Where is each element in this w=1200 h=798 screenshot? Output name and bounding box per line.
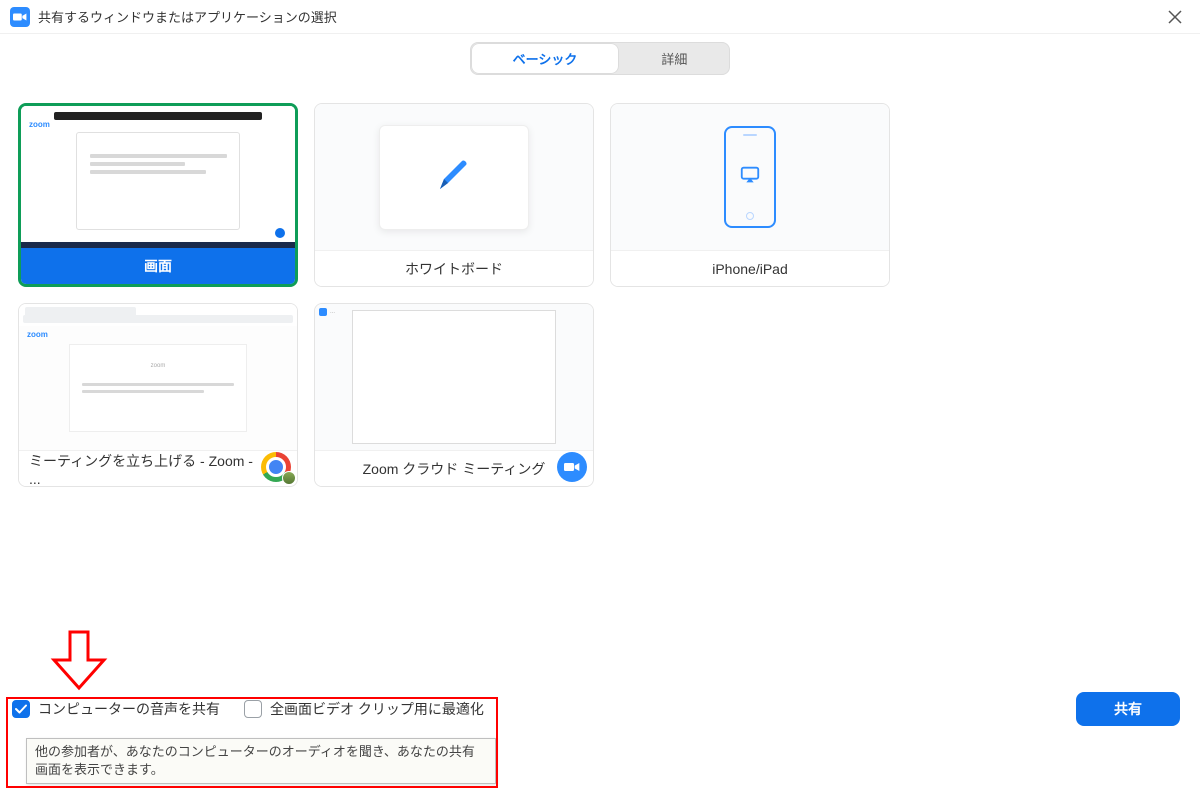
share-tile-chrome-window[interactable]: zoom zoom ミーティングを立ち上げる - Zoom - ... — [18, 303, 298, 487]
check-icon — [15, 704, 27, 714]
share-tile-screen[interactable]: zoom 画面 — [18, 103, 298, 287]
chrome-window-thumbnail: zoom zoom — [19, 304, 297, 450]
iphone-thumbnail — [611, 104, 889, 250]
share-tile-zoom-window[interactable]: ... Zoom クラウド ミーティング — [314, 303, 594, 487]
tile-label: Zoom クラウド ミーティング — [315, 450, 593, 486]
tile-label: ミーティングを立ち上げる - Zoom - ... — [19, 450, 297, 486]
share-tile-whiteboard[interactable]: ホワイトボード — [314, 103, 594, 287]
checkbox-label: コンピューターの音声を共有 — [38, 699, 220, 719]
title-bar: 共有するウィンドウまたはアプリケーションの選択 — [0, 0, 1200, 34]
checkbox-box — [244, 700, 262, 718]
close-icon — [1168, 10, 1182, 24]
share-options-grid: zoom 画面 ホワイトボード — [0, 75, 1200, 487]
tile-label: iPhone/iPad — [611, 250, 889, 286]
tab-bar: ベーシック 詳細 — [0, 42, 1200, 75]
tab-advanced[interactable]: 詳細 — [619, 43, 729, 74]
pen-icon — [434, 155, 474, 200]
checkbox-box — [12, 700, 30, 718]
checkbox-optimize-video-clip[interactable]: 全画面ビデオ クリップ用に最適化 — [244, 699, 484, 719]
tooltip-share-audio: 他の参加者が、あなたのコンピューターのオーディオを聞き、あなたの共有画面を表示で… — [26, 738, 496, 784]
share-button[interactable]: 共有 — [1076, 692, 1180, 726]
airplay-icon — [739, 164, 761, 191]
screen-thumbnail: zoom — [21, 106, 295, 248]
annotation-arrow — [48, 630, 110, 697]
footer: コンピューターの音声を共有 全画面ビデオ クリップ用に最適化 共有 他の参加者が… — [0, 686, 1200, 798]
tile-label: ホワイトボード — [315, 250, 593, 286]
checkbox-share-computer-audio[interactable]: コンピューターの音声を共有 — [12, 699, 220, 719]
checkbox-label: 全画面ビデオ クリップ用に最適化 — [270, 699, 484, 719]
tab-basic[interactable]: ベーシック — [471, 43, 620, 74]
window-title: 共有するウィンドウまたはアプリケーションの選択 — [38, 7, 337, 26]
whiteboard-thumbnail — [315, 104, 593, 250]
tile-label: 画面 — [21, 248, 295, 284]
share-tile-iphone-ipad[interactable]: iPhone/iPad — [610, 103, 890, 287]
zoom-window-thumbnail: ... — [315, 304, 593, 450]
close-button[interactable] — [1160, 2, 1190, 32]
zoom-camera-icon — [557, 452, 587, 482]
profile-avatar-icon — [282, 471, 296, 485]
zoom-app-icon — [10, 7, 30, 27]
